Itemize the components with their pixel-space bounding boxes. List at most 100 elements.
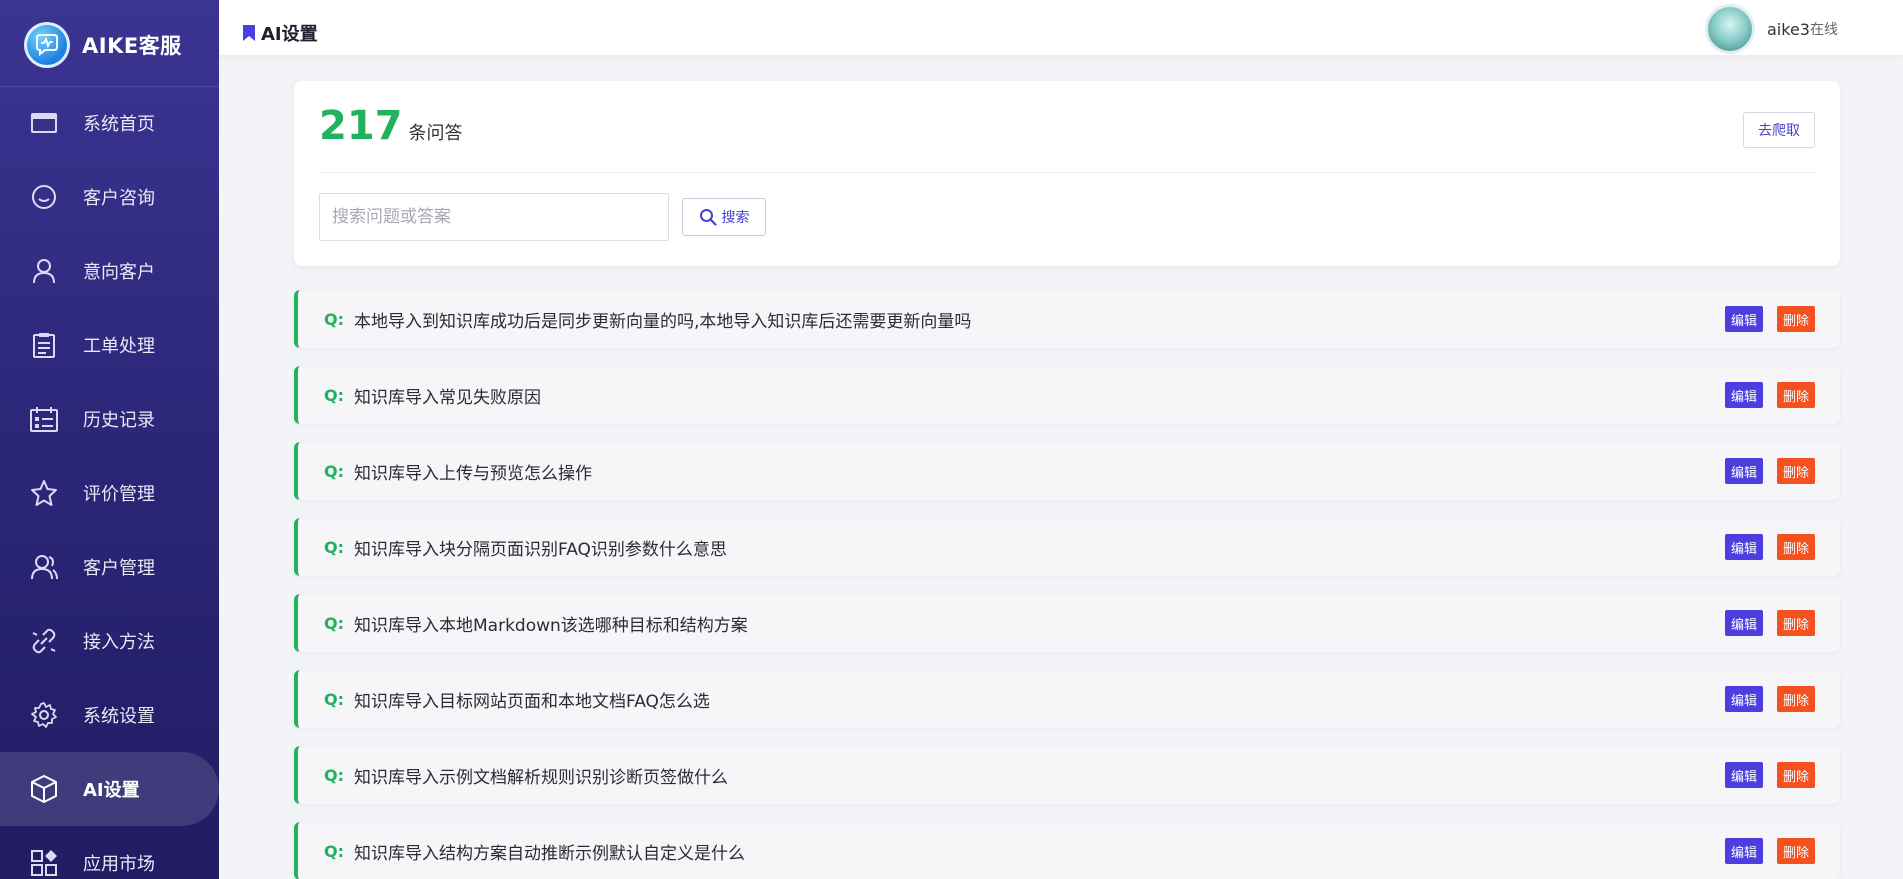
search-button[interactable]: 搜索 xyxy=(682,198,766,236)
user-status: 在线 xyxy=(1809,22,1838,38)
row-actions: 编辑 删除 xyxy=(1724,458,1815,484)
clipboard-icon xyxy=(30,331,58,359)
sidebar-item-consult[interactable]: 客户咨询 xyxy=(0,160,219,234)
question-prefix: Q: xyxy=(324,613,344,633)
sidebar-item-label: 系统设置 xyxy=(83,706,155,727)
qa-list: Q: 本地导入到知识库成功后是同步更新向量的吗,本地导入知识库后还需要更新向量吗… xyxy=(294,290,1840,879)
delete-button[interactable]: 删除 xyxy=(1776,534,1815,560)
avatar[interactable] xyxy=(1705,4,1755,54)
bookmark-icon xyxy=(243,25,255,41)
delete-button[interactable]: 删除 xyxy=(1776,382,1815,408)
sidebar-item-reviews[interactable]: 评价管理 xyxy=(0,456,219,530)
list-item[interactable]: Q: 知识库导入块分隔页面识别FAQ识别参数什么意思 编辑 删除 xyxy=(294,518,1840,576)
edit-button[interactable]: 编辑 xyxy=(1724,610,1763,636)
delete-button[interactable]: 删除 xyxy=(1776,306,1815,332)
list-item[interactable]: Q: 知识库导入目标网站页面和本地文档FAQ怎么选 编辑 删除 xyxy=(294,670,1840,728)
chat-logo-icon xyxy=(24,22,70,68)
sidebar-nav: 系统首页 客户咨询 意向客户 工单处理 历史记录 评价管理 客户管理 接入方法 … xyxy=(0,86,219,879)
question-text: 知识库导入常见失败原因 xyxy=(354,387,541,408)
divider xyxy=(319,172,1815,173)
crawl-button[interactable]: 去爬取 xyxy=(1743,112,1815,148)
chat-bubble-icon xyxy=(30,183,58,211)
delete-button[interactable]: 删除 xyxy=(1776,686,1815,712)
sidebar-item-settings[interactable]: 系统设置 xyxy=(0,678,219,752)
delete-button[interactable]: 删除 xyxy=(1776,838,1815,864)
edit-button[interactable]: 编辑 xyxy=(1724,306,1763,332)
user-menu[interactable]: aike3 在线 xyxy=(1705,4,1838,54)
sidebar-item-tickets[interactable]: 工单处理 xyxy=(0,308,219,382)
row-actions: 编辑 删除 xyxy=(1724,686,1815,712)
sidebar-item-label: 意向客户 xyxy=(83,262,155,283)
delete-button[interactable]: 删除 xyxy=(1776,458,1815,484)
question-text: 知识库导入目标网站页面和本地文档FAQ怎么选 xyxy=(354,691,710,712)
sidebar-item-label: 历史记录 xyxy=(83,410,155,431)
sidebar-item-ai-settings[interactable]: AI设置 xyxy=(0,752,219,826)
edit-button[interactable]: 编辑 xyxy=(1724,382,1763,408)
cube-icon xyxy=(30,775,58,803)
row-actions: 编辑 删除 xyxy=(1724,534,1815,560)
sidebar-item-home[interactable]: 系统首页 xyxy=(0,86,219,160)
delete-button[interactable]: 删除 xyxy=(1776,610,1815,636)
row-actions: 编辑 删除 xyxy=(1724,382,1815,408)
sidebar-item-label: AI设置 xyxy=(83,780,140,801)
sidebar-item-label: 客户咨询 xyxy=(83,188,155,209)
sidebar-item-label: 系统首页 xyxy=(83,114,155,135)
question-text: 知识库导入示例文档解析规则识别诊断页签做什么 xyxy=(354,767,728,788)
page-title: AI设置 xyxy=(243,20,318,46)
summary-card: 217 条问答 去爬取 搜索 xyxy=(294,81,1840,266)
edit-button[interactable]: 编辑 xyxy=(1724,762,1763,788)
page-title-text: AI设置 xyxy=(261,24,318,45)
question-prefix: Q: xyxy=(324,765,344,785)
question-prefix: Q: xyxy=(324,689,344,709)
edit-button[interactable]: 编辑 xyxy=(1724,838,1763,864)
search-input[interactable] xyxy=(319,193,669,241)
list-item[interactable]: Q: 知识库导入本地Markdown该选哪种目标和结构方案 编辑 删除 xyxy=(294,594,1840,652)
sidebar-item-access[interactable]: 接入方法 xyxy=(0,604,219,678)
question-text: 知识库导入上传与预览怎么操作 xyxy=(354,463,592,484)
edit-button[interactable]: 编辑 xyxy=(1724,686,1763,712)
sidebar-item-customers[interactable]: 客户管理 xyxy=(0,530,219,604)
question-text: 知识库导入结构方案自动推断示例默认自定义是什么 xyxy=(354,843,745,864)
users-icon xyxy=(30,553,58,581)
sidebar-item-label: 评价管理 xyxy=(83,484,155,505)
sidebar-item-intent[interactable]: 意向客户 xyxy=(0,234,219,308)
window-icon xyxy=(30,109,58,137)
search-icon xyxy=(699,209,717,226)
edit-button[interactable]: 编辑 xyxy=(1724,534,1763,560)
question-text: 知识库导入块分隔页面识别FAQ识别参数什么意思 xyxy=(354,539,727,560)
list-item[interactable]: Q: 知识库导入结构方案自动推断示例默认自定义是什么 编辑 删除 xyxy=(294,822,1840,879)
search-button-label: 搜索 xyxy=(721,209,750,225)
brand-name: AIKE客服 xyxy=(82,34,182,58)
edit-button[interactable]: 编辑 xyxy=(1724,458,1763,484)
sidebar-item-history[interactable]: 历史记录 xyxy=(0,382,219,456)
gear-icon xyxy=(30,701,58,729)
brand[interactable]: AIKE客服 xyxy=(24,22,182,68)
qa-count: 217 条问答 xyxy=(319,103,463,149)
row-actions: 编辑 删除 xyxy=(1724,838,1815,864)
qa-count-unit: 条问答 xyxy=(408,123,463,144)
delete-button[interactable]: 删除 xyxy=(1776,762,1815,788)
sidebar-item-app-market[interactable]: 应用市场 xyxy=(0,826,219,879)
question-prefix: Q: xyxy=(324,461,344,481)
list-item[interactable]: Q: 知识库导入上传与预览怎么操作 编辑 删除 xyxy=(294,442,1840,500)
sidebar: AIKE客服 系统首页 客户咨询 意向客户 工单处理 历史记录 评价管理 客户管… xyxy=(0,0,219,879)
sidebar-item-label: 接入方法 xyxy=(83,632,155,653)
list-item[interactable]: Q: 知识库导入常见失败原因 编辑 删除 xyxy=(294,366,1840,424)
row-actions: 编辑 删除 xyxy=(1724,306,1815,332)
user-icon xyxy=(30,257,58,285)
top-header: AI设置 aike3 在线 xyxy=(219,0,1903,55)
sidebar-item-label: 客户管理 xyxy=(83,558,155,579)
sidebar-item-label: 工单处理 xyxy=(83,336,155,357)
star-icon xyxy=(30,479,58,507)
sidebar-item-label: 应用市场 xyxy=(83,854,155,875)
link-icon xyxy=(30,627,58,655)
apps-icon xyxy=(30,849,58,877)
question-text: 本地导入到知识库成功后是同步更新向量的吗,本地导入知识库后还需要更新向量吗 xyxy=(354,311,972,332)
row-actions: 编辑 删除 xyxy=(1724,610,1815,636)
list-item[interactable]: Q: 本地导入到知识库成功后是同步更新向量的吗,本地导入知识库后还需要更新向量吗… xyxy=(294,290,1840,348)
question-prefix: Q: xyxy=(324,309,344,329)
calendar-list-icon xyxy=(30,405,58,433)
question-prefix: Q: xyxy=(324,841,344,861)
question-prefix: Q: xyxy=(324,385,344,405)
list-item[interactable]: Q: 知识库导入示例文档解析规则识别诊断页签做什么 编辑 删除 xyxy=(294,746,1840,804)
